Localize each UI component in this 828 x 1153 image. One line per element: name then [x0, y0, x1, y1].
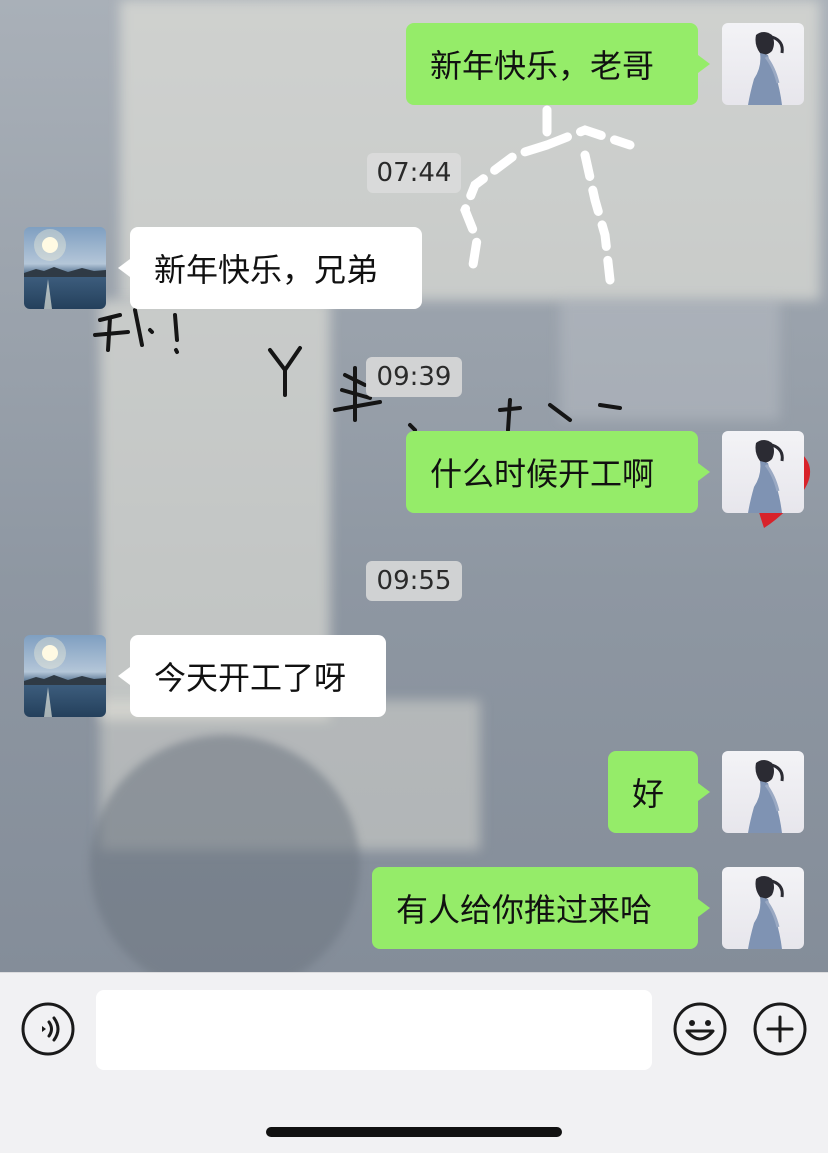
- my-avatar[interactable]: [722, 431, 804, 513]
- message-timestamp: 07:44: [367, 153, 461, 193]
- message-text: 今天开工了呀: [154, 659, 347, 697]
- message-bubble-outgoing[interactable]: 什么时候开工啊: [406, 431, 710, 513]
- friend-avatar[interactable]: [24, 227, 106, 309]
- message-timestamp: 09:39: [366, 357, 462, 397]
- wallpaper-doodle: [460, 105, 635, 285]
- more-actions-button[interactable]: [752, 1001, 808, 1057]
- emoji-icon: [673, 1002, 727, 1056]
- voice-icon: [21, 1002, 75, 1056]
- friend-avatar[interactable]: [24, 635, 106, 717]
- my-avatar[interactable]: [722, 867, 804, 949]
- plus-icon: [753, 1002, 807, 1056]
- home-indicator[interactable]: [266, 1127, 562, 1137]
- my-avatar[interactable]: [722, 751, 804, 833]
- message-bubble-outgoing[interactable]: 有人给你推过来哈: [372, 867, 710, 949]
- message-text: 新年快乐，老哥: [430, 47, 655, 85]
- message-text: 新年快乐，兄弟: [154, 251, 379, 289]
- person-portrait-icon: [748, 32, 784, 105]
- voice-input-button[interactable]: [20, 1001, 76, 1057]
- message-bubble-outgoing[interactable]: 好: [608, 751, 710, 833]
- message-text: 好: [632, 775, 665, 813]
- seascape-photo-icon: [24, 637, 106, 717]
- message-bubble-incoming[interactable]: 今天开工了呀: [118, 635, 386, 717]
- message-bubble-incoming[interactable]: 新年快乐，兄弟: [118, 227, 422, 309]
- my-avatar[interactable]: [722, 23, 804, 105]
- message-timestamp: 09:55: [366, 561, 462, 601]
- message-text: 有人给你推过来哈: [396, 891, 653, 929]
- message-input[interactable]: [96, 990, 652, 1070]
- person-portrait-icon: [748, 440, 784, 513]
- seascape-photo-icon: [24, 229, 106, 309]
- message-bubble-outgoing[interactable]: 新年快乐，老哥: [406, 23, 710, 105]
- person-portrait-icon: [748, 760, 784, 833]
- person-portrait-icon: [748, 876, 784, 949]
- message-text: 什么时候开工啊: [430, 455, 655, 493]
- emoji-button[interactable]: [672, 1001, 728, 1057]
- chat-input-bar: [0, 972, 828, 1153]
